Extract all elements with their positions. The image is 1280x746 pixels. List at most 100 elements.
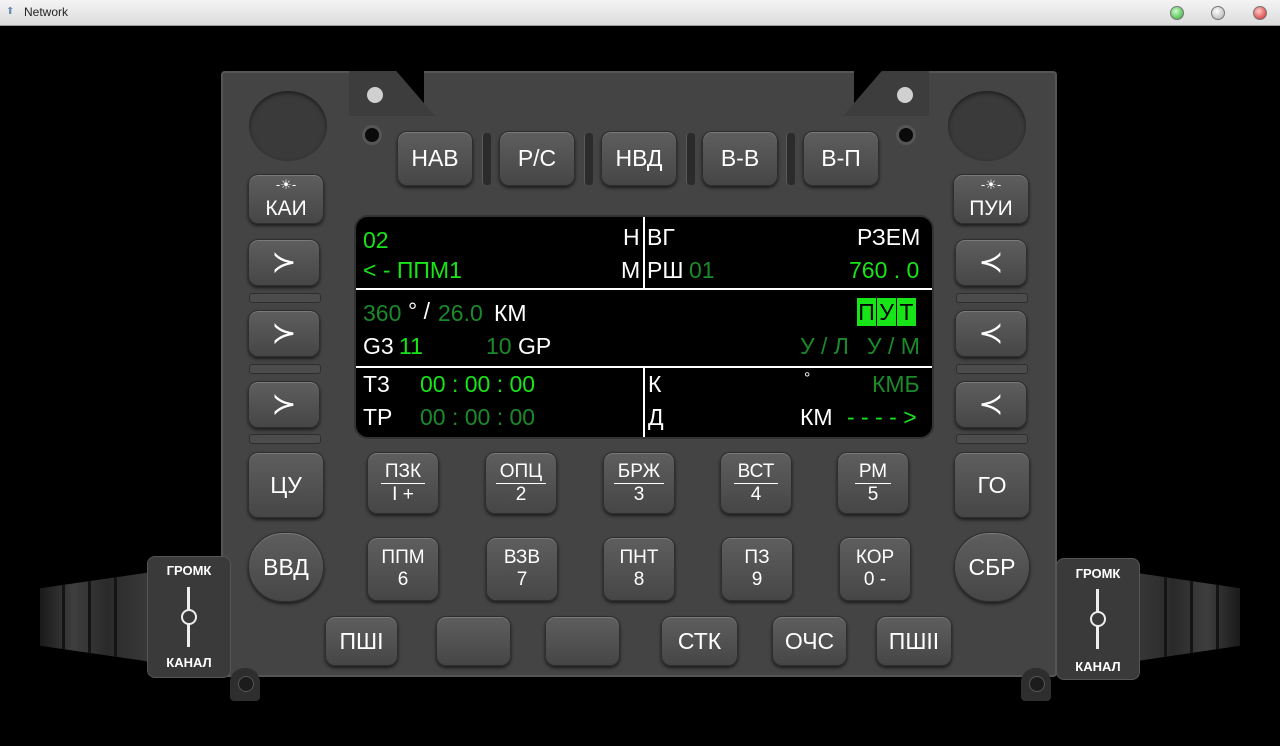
keypad-pzk[interactable]: ПЗК I + <box>367 452 439 514</box>
tr-time: 00 : 00 : 00 <box>420 404 536 430</box>
distance-unit: КМ <box>494 300 527 326</box>
volume-knob-left[interactable]: ГРОМК КАНАЛ <box>147 556 231 678</box>
close-button[interactable] <box>1253 6 1267 20</box>
window-title: Network <box>24 5 69 19</box>
g3-value: 11 <box>399 333 423 359</box>
right-connector <box>1130 572 1240 662</box>
label-m: М <box>621 257 641 283</box>
chevron-left-icon: ≺ <box>978 317 1004 350</box>
tsu-button[interactable]: ЦУ <box>248 452 324 518</box>
course-degree: ° <box>804 370 811 387</box>
label-km: КМ <box>800 404 833 430</box>
gr-value: 10 <box>486 333 512 359</box>
label-gr: GP <box>518 333 552 359</box>
left-side-button-2[interactable]: ≻ <box>248 310 320 357</box>
keypad-pnt[interactable]: ПНТ 8 <box>603 537 675 601</box>
label-d: Д <box>648 404 664 430</box>
knob-icon <box>181 609 197 625</box>
mode-button-rs[interactable]: Р/С <box>499 131 575 186</box>
channel-label: КАНАЛ <box>166 655 212 670</box>
volume-label: ГРОМК <box>1075 566 1121 581</box>
label-rzem: РЗЕМ <box>857 224 921 250</box>
display-screen: 02 Н ВГ РЗЕМ < - ППМ1 М РШ 01 760 . 0 36… <box>354 215 934 439</box>
mode-button-nav[interactable]: НАВ <box>397 131 473 186</box>
left-connector <box>40 572 152 662</box>
keypad-opc[interactable]: ОПЦ 2 <box>485 452 557 514</box>
mode-button-nvd[interactable]: НВД <box>601 131 677 186</box>
window-titlebar: ⬆ Network <box>0 0 1280 26</box>
light-sensor <box>249 91 327 161</box>
label-ul: У / Л <box>800 333 849 359</box>
keypad-brzh[interactable]: БРЖ 3 <box>603 452 675 514</box>
maximize-button[interactable] <box>1170 6 1184 20</box>
left-side-button-3[interactable]: ≻ <box>248 381 320 428</box>
label-tr: ТР <box>363 404 393 430</box>
put-letter: У <box>877 298 896 326</box>
label-k: К <box>648 371 662 397</box>
distance-value: 26.0 <box>438 300 483 326</box>
pshii-button[interactable]: ПШII <box>876 616 952 666</box>
kai-button[interactable]: -☀- КАИ <box>248 174 324 224</box>
pshi-button[interactable]: ПШI <box>325 616 398 666</box>
mount-hole <box>362 125 382 145</box>
chevron-left-icon: ≺ <box>978 246 1004 279</box>
waypoint-number: 02 <box>363 227 389 253</box>
label-t3: Т3 <box>363 371 390 397</box>
light-icon: -☀- <box>275 177 297 192</box>
ochs-button[interactable]: ОЧС <box>772 616 847 666</box>
mode-button-vv[interactable]: В-В <box>702 131 778 186</box>
mount-bracket <box>230 668 260 701</box>
heading-separator: ° / <box>408 298 430 324</box>
vvd-button[interactable]: ВВД <box>248 532 324 602</box>
mount-bracket <box>1021 668 1051 701</box>
channel-label: КАНАЛ <box>1075 659 1121 674</box>
label-rsh: РШ <box>647 257 684 283</box>
keypad-ppm[interactable]: ППМ 6 <box>367 537 439 601</box>
right-side-button-3[interactable]: ≺ <box>955 381 1027 428</box>
keypad-rm[interactable]: РМ 5 <box>837 452 909 514</box>
volume-knob-right[interactable]: ГРОМК КАНАЛ <box>1056 558 1140 680</box>
light-sensor <box>948 91 1026 161</box>
label-g3: G3 <box>363 333 394 359</box>
sbr-button[interactable]: СБР <box>954 532 1030 602</box>
blank-button-1[interactable] <box>436 616 511 666</box>
ppm-indicator: < - ППМ1 <box>363 257 462 283</box>
blank-button-2[interactable] <box>545 616 620 666</box>
go-button[interactable]: ГО <box>954 452 1030 518</box>
rzem-value: 760 . 0 <box>849 257 920 283</box>
put-letter: Т <box>897 298 916 326</box>
direction-arrow: - - - - > <box>847 404 917 430</box>
keypad-vst[interactable]: ВСТ 4 <box>720 452 792 514</box>
screw-icon <box>1029 676 1045 692</box>
app-icon: ⬆ <box>6 6 15 17</box>
rsh-value: 01 <box>689 257 715 283</box>
put-letter: П <box>857 298 876 326</box>
keypad-kor[interactable]: КОР 0 - <box>839 537 911 601</box>
keypad-vzv[interactable]: ВЗВ 7 <box>486 537 558 601</box>
chevron-right-icon: ≻ <box>271 246 297 279</box>
mount-hole <box>896 125 916 145</box>
screw-icon <box>238 676 254 692</box>
heading-value: 360 <box>363 300 402 326</box>
mode-button-vp[interactable]: В-П <box>803 131 879 186</box>
knob-icon <box>1090 611 1106 627</box>
label-kmb: КМБ <box>872 371 920 397</box>
right-side-button-1[interactable]: ≺ <box>955 239 1027 286</box>
chevron-right-icon: ≻ <box>271 388 297 421</box>
keypad-pz[interactable]: ПЗ 9 <box>721 537 793 601</box>
chevron-right-icon: ≻ <box>271 317 297 350</box>
right-side-button-2[interactable]: ≺ <box>955 310 1027 357</box>
label-vg: ВГ <box>647 224 675 250</box>
minimize-button[interactable] <box>1211 6 1225 20</box>
stk-button[interactable]: СТК <box>661 616 738 666</box>
label-n: Н <box>623 224 640 250</box>
screw-icon <box>897 87 913 103</box>
volume-label: ГРОМК <box>166 563 212 578</box>
left-side-button-1[interactable]: ≻ <box>248 239 320 286</box>
screw-icon <box>367 87 383 103</box>
label-um: У / М <box>867 333 920 359</box>
t3-time: 00 : 00 : 00 <box>420 371 536 397</box>
chevron-left-icon: ≺ <box>978 388 1004 421</box>
pui-button[interactable]: -☀- ПУИ <box>953 174 1029 224</box>
light-icon: -☀- <box>980 177 1002 192</box>
